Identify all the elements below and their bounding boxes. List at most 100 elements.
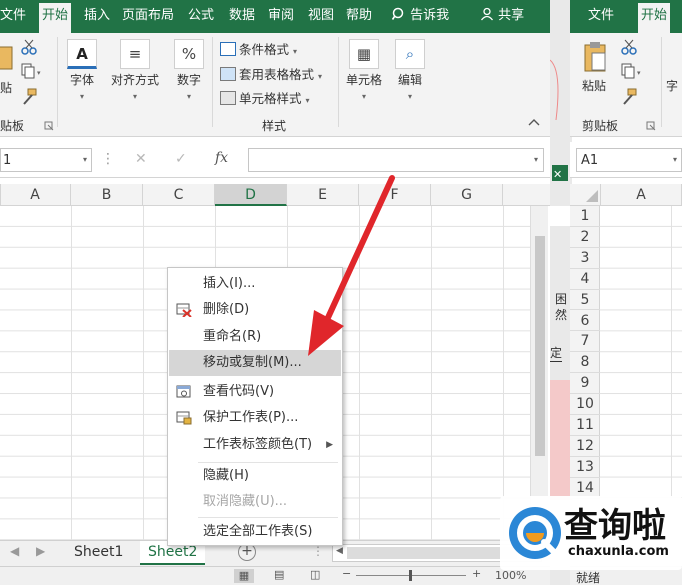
row-header-13[interactable]: 13 — [570, 457, 600, 478]
cut-icon[interactable] — [20, 38, 38, 56]
name-box-dropdown-icon[interactable]: ▾ — [83, 155, 87, 164]
tab-help[interactable]: 帮助 — [346, 7, 372, 25]
row-header-7[interactable]: 7 — [570, 331, 600, 353]
svg-text:▾: ▾ — [37, 69, 41, 77]
menu-item-protect-sheet[interactable]: 保护工作表(P)... — [169, 405, 341, 431]
column-header-g[interactable]: G — [431, 184, 503, 206]
sheet-nav-prev-icon[interactable]: ◀ — [10, 544, 19, 558]
number-format-button[interactable]: % 数字 ▾ — [170, 39, 208, 102]
number-label: 数字 — [176, 73, 201, 87]
tab-split-icon[interactable]: ⋮ — [312, 544, 324, 558]
expand-formula-icon[interactable]: ▾ — [534, 155, 538, 164]
insert-function-icon[interactable]: fx — [215, 150, 228, 166]
copy-icon[interactable]: ▾ — [20, 63, 44, 81]
sheet-nav-next-icon[interactable]: ▶ — [36, 544, 45, 558]
tab-review[interactable]: 审阅 — [268, 7, 294, 25]
name-box[interactable]: 1 ▾ — [0, 148, 92, 172]
right-cell-grid[interactable] — [600, 206, 682, 498]
cancel-icon[interactable]: ✕ — [135, 151, 147, 167]
column-header-c[interactable]: C — [143, 184, 215, 206]
cell-styles-button[interactable]: 单元格样式 ▾ — [220, 88, 310, 107]
tab-insert[interactable]: 插入 — [84, 7, 110, 25]
right-name-box-dropdown-icon[interactable]: ▾ — [673, 155, 677, 164]
scroll-thumb[interactable] — [535, 236, 545, 456]
tab-file[interactable]: 文件 — [0, 7, 26, 25]
menu-separator — [198, 517, 338, 518]
right-format-painter-icon[interactable] — [620, 88, 638, 106]
paste-button-label[interactable]: 贴 — [0, 79, 12, 96]
menu-item-select-all-sheets[interactable]: 选定全部工作表(S) — [169, 519, 341, 545]
right-font-label[interactable]: 字 — [666, 77, 678, 94]
column-header-d[interactable]: D — [215, 184, 287, 206]
row-header-9[interactable]: 9 — [570, 373, 600, 395]
page-break-view-icon[interactable]: ◫ — [310, 568, 320, 581]
conditional-format-button[interactable]: 条件格式 ▾ — [220, 39, 297, 58]
right-dialog-launcher-icon[interactable] — [646, 121, 656, 131]
tab-data[interactable]: 数据 — [229, 7, 255, 25]
row-header-11[interactable]: 11 — [570, 415, 600, 436]
share-button[interactable]: 共享 — [480, 7, 524, 25]
menu-item-hide[interactable]: 隐藏(H) — [169, 463, 341, 489]
column-header-b[interactable]: B — [71, 184, 143, 206]
right-cut-icon[interactable] — [620, 38, 638, 56]
format-painter-icon[interactable] — [20, 88, 38, 106]
side-text-3: 定 — [550, 346, 563, 362]
right-clipboard-label: 剪贴板 — [582, 119, 619, 133]
column-header-a[interactable]: A — [0, 184, 71, 206]
font-button[interactable]: A 字体 ▾ — [60, 39, 104, 102]
row-header-1[interactable]: 1 — [570, 206, 600, 227]
tab-view[interactable]: 视图 — [308, 7, 334, 25]
vertical-scrollbar[interactable] — [530, 206, 548, 540]
align-icon: ≡ — [120, 39, 150, 69]
person-icon — [480, 7, 494, 21]
menu-item-view-code[interactable]: 查看代码(V) — [169, 379, 341, 405]
right-tab-file[interactable]: 文件 — [588, 7, 614, 25]
menu-item-unhide: 取消隐藏(U)... — [169, 489, 341, 515]
zoom-out-icon[interactable]: − — [342, 567, 351, 580]
row-header-6[interactable]: 6 — [570, 311, 600, 332]
view-code-icon — [176, 385, 191, 398]
row-header-8[interactable]: 8 — [570, 352, 600, 374]
scroll-left-icon[interactable]: ◀ — [336, 546, 343, 556]
watermark-domain: chaxunla.com — [568, 544, 669, 559]
right-copy-icon[interactable]: ▾ — [620, 63, 646, 81]
tab-formulas[interactable]: 公式 — [188, 7, 214, 25]
right-column-header-a[interactable]: A — [600, 184, 682, 206]
sheet-tab-sheet1[interactable]: Sheet1 — [66, 541, 131, 565]
table-format-icon — [220, 67, 236, 81]
hscroll-thumb[interactable] — [347, 547, 517, 559]
collapse-ribbon-icon[interactable] — [527, 117, 541, 127]
menu-item-tab-color[interactable]: 工作表标签颜色(T) ▶ — [169, 432, 341, 458]
formula-input[interactable]: ▾ — [248, 148, 544, 172]
editing-button[interactable]: ⌕ 编辑 ▾ — [392, 39, 428, 102]
tell-me-search[interactable]: 告诉我 — [391, 7, 449, 25]
zoom-level[interactable]: 100% — [495, 569, 526, 582]
tab-home[interactable]: 开始 — [39, 3, 72, 33]
row-header-3[interactable]: 3 — [570, 248, 600, 269]
row-header-4[interactable]: 4 — [570, 269, 600, 290]
row-header-2[interactable]: 2 — [570, 227, 600, 248]
right-name-box[interactable]: A1 ▾ — [576, 148, 682, 172]
right-paste-label[interactable]: 粘贴 — [582, 77, 606, 94]
page-layout-view-icon[interactable]: ▤ — [274, 568, 284, 581]
enter-icon[interactable]: ✓ — [175, 151, 187, 167]
right-ribbon: 粘贴 ▾ 剪贴板 字 — [570, 33, 682, 137]
alignment-button[interactable]: ≡ 对齐方式 ▾ — [106, 39, 164, 102]
format-as-table-button[interactable]: 套用表格格式 ▾ — [220, 64, 322, 83]
normal-view-icon[interactable]: ▦ — [234, 569, 254, 583]
zoom-in-icon[interactable]: + — [472, 567, 481, 580]
zoom-slider-thumb[interactable] — [409, 570, 412, 581]
row-header-5[interactable]: 5 — [570, 290, 600, 311]
row-header-10[interactable]: 10 — [570, 394, 600, 415]
dialog-launcher-icon[interactable] — [44, 121, 54, 131]
select-all-icon[interactable] — [586, 190, 598, 202]
tab-page-layout[interactable]: 页面布局 — [122, 7, 174, 25]
row-header-12[interactable]: 12 — [570, 436, 600, 457]
side-text-1: 困 — [555, 292, 568, 306]
right-paste-icon[interactable] — [582, 41, 608, 73]
cells-button[interactable]: ▦ 单元格 ▾ — [341, 39, 387, 102]
right-tab-home[interactable]: 开始 — [638, 3, 671, 33]
svg-text:✕: ✕ — [553, 168, 562, 181]
percent-icon: % — [174, 39, 204, 69]
ribbon-tab-bar: 文件 开始 插入 页面布局 公式 数据 审阅 视图 帮助 告诉我 共享 — [0, 0, 550, 33]
